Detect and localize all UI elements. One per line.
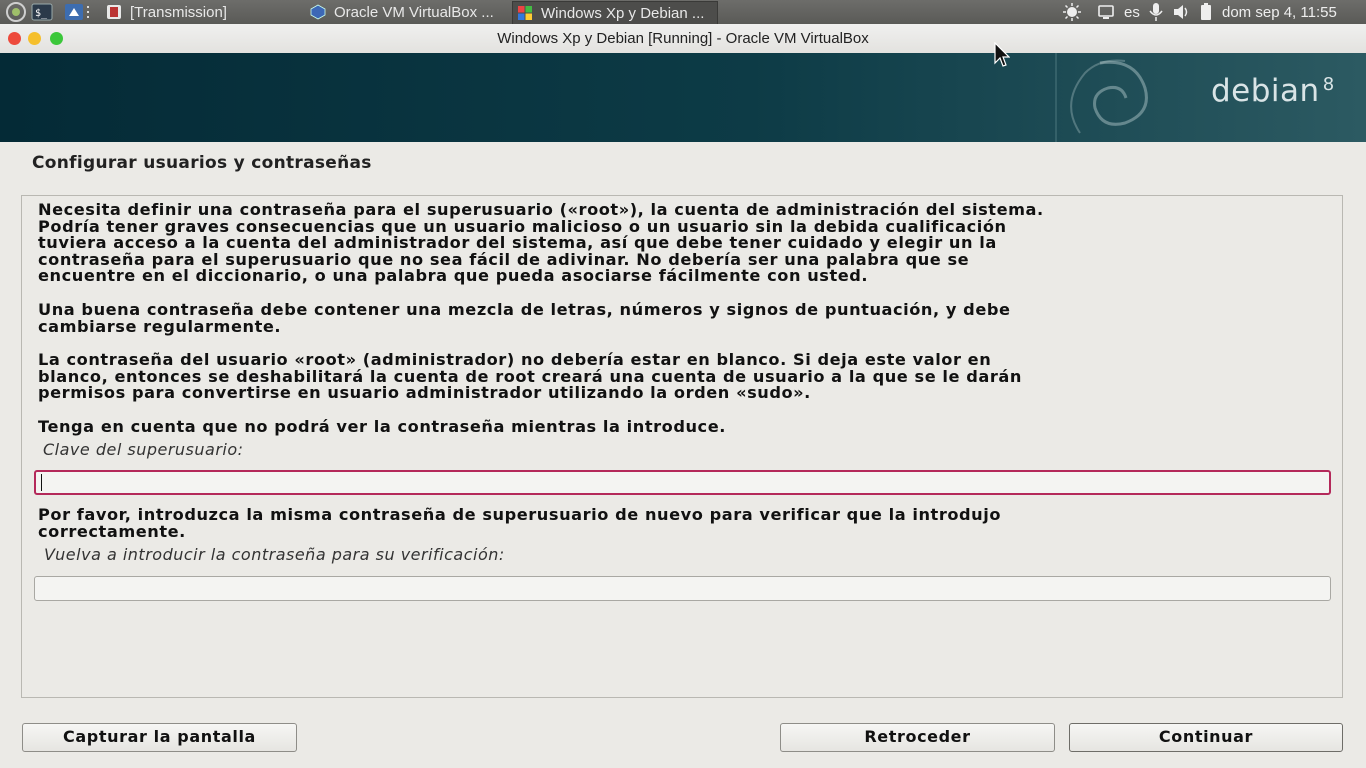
password-advice-paragraph: Una buena contraseña debe contener una m… <box>38 300 1011 336</box>
window-titlebar[interactable]: Windows Xp y Debian [Running] - Oracle V… <box>0 24 1366 54</box>
debian-swirl-icon <box>1055 53 1148 142</box>
windows-icon <box>517 5 533 21</box>
hidden-input-note: Tenga en cuenta que no podrá ver la cont… <box>38 417 726 436</box>
taskbar-item-vm-window[interactable]: Windows Xp y Debian ... <box>512 1 718 25</box>
app-launcher-icon[interactable] <box>4 0 28 24</box>
taskbar-item-transmission[interactable]: [Transmission] <box>102 1 306 23</box>
intro-paragraph: Necesita definir una contraseña para el … <box>38 200 1044 286</box>
root-password-verify-input[interactable] <box>34 576 1331 601</box>
page-title: Configurar usuarios y contraseñas <box>32 153 372 173</box>
screen-icon[interactable] <box>1098 0 1114 24</box>
screenshot-button[interactable]: Capturar la pantalla <box>22 723 297 752</box>
microphone-icon[interactable] <box>1148 0 1164 24</box>
volume-icon[interactable] <box>1173 0 1191 24</box>
brightness-icon[interactable] <box>1062 0 1082 24</box>
root-blank-paragraph: La contraseña del usuario «root» (admini… <box>38 350 1022 403</box>
clock[interactable]: dom sep 4, 11:55 <box>1222 0 1337 24</box>
terminal-icon[interactable]: $_ <box>31 0 53 24</box>
taskbar-item-label: Oracle VM VirtualBox ... <box>334 3 494 21</box>
continue-button[interactable]: Continuar <box>1069 723 1343 752</box>
verify-instructions: Por favor, introduzca la misma contraseñ… <box>38 505 1002 541</box>
battery-icon[interactable] <box>1200 0 1212 24</box>
top-panel: $_ [Transmission] Oracle VM VirtualBox .… <box>0 0 1366 25</box>
root-password-input[interactable] <box>34 470 1331 495</box>
taskbar-item-virtualbox[interactable]: Oracle VM VirtualBox ... <box>306 1 510 23</box>
files-icon[interactable] <box>64 0 94 24</box>
window-title: Windows Xp y Debian [Running] - Oracle V… <box>497 30 869 47</box>
mouse-cursor-icon <box>994 42 1010 67</box>
debian-banner: debian 8 <box>0 53 1366 142</box>
taskbar-item-label: [Transmission] <box>130 3 227 21</box>
taskbar-item-label: Windows Xp y Debian ... <box>541 4 705 22</box>
password-label: Clave del superusuario: <box>43 440 244 459</box>
back-button[interactable]: Retroceder <box>780 723 1055 752</box>
text-caret <box>41 474 42 491</box>
virtualbox-icon <box>310 4 326 20</box>
svg-text:$_: $_ <box>35 8 48 19</box>
debian-logo-text: debian 8 <box>1211 73 1335 109</box>
verify-label: Vuelva a introducir la contraseña para s… <box>44 545 505 564</box>
keyboard-layout[interactable]: es <box>1124 0 1140 24</box>
transmission-icon <box>106 4 122 20</box>
